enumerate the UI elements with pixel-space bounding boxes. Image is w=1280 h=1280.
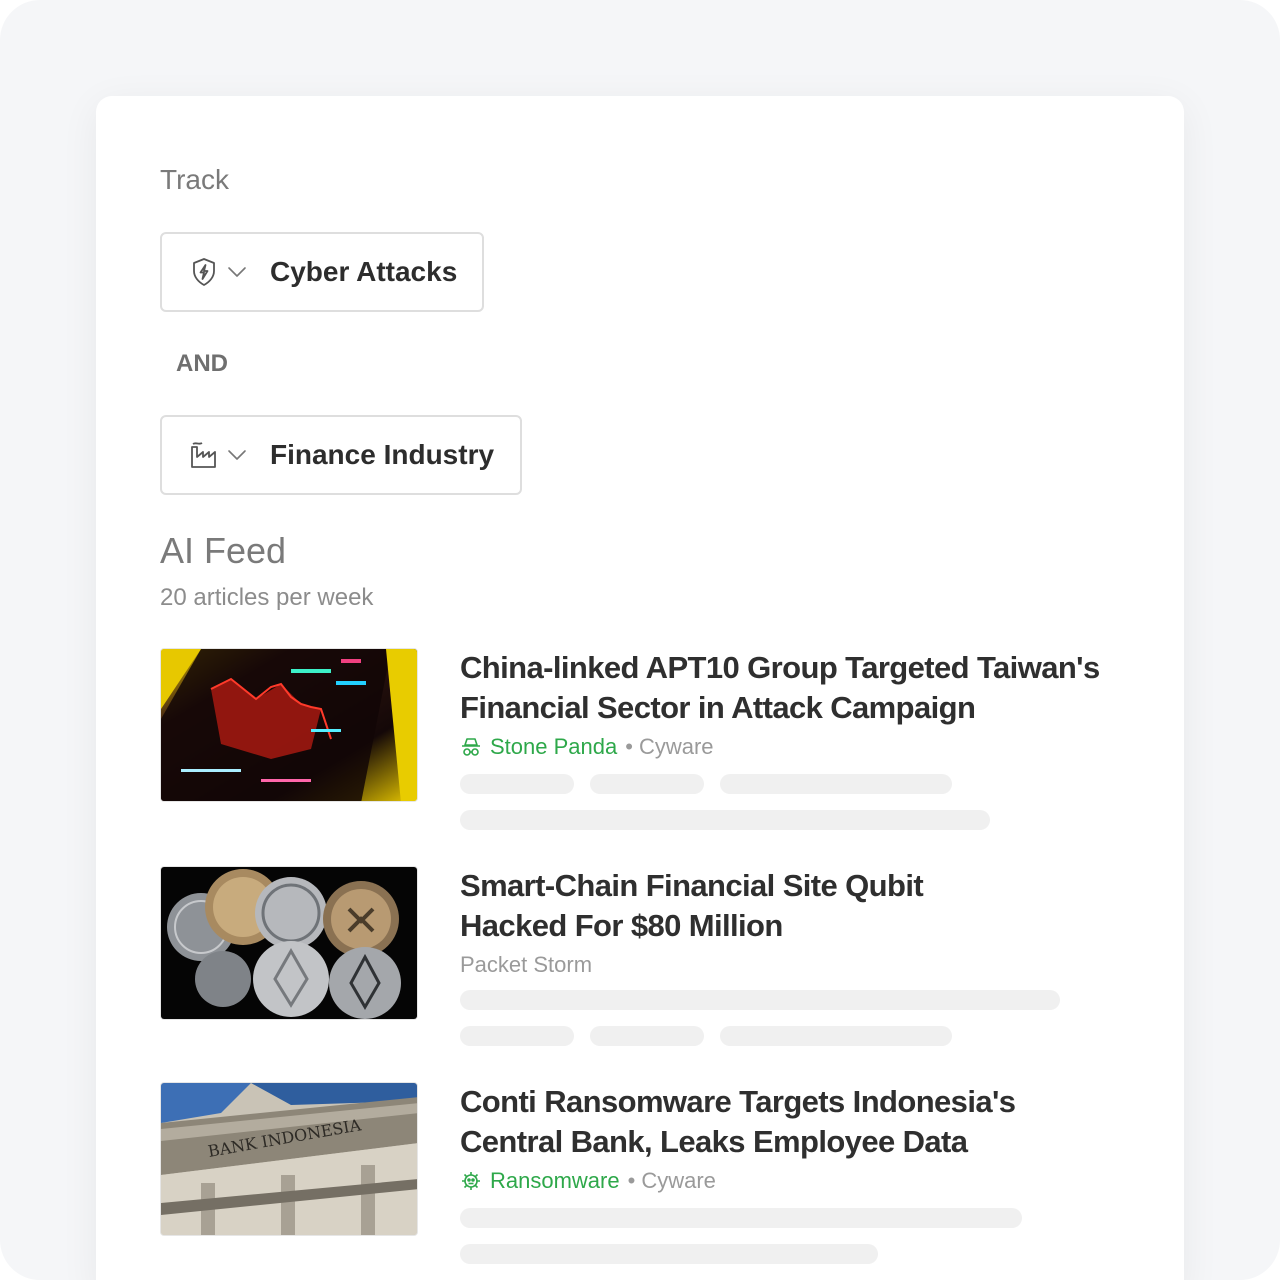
article-card[interactable]: BANK INDONESIA Conti Ransomware Targets … [160,1082,1120,1280]
placeholder-bar [720,774,952,794]
chevron-down-icon [226,261,248,283]
tag-label: Ransomware [490,1168,620,1193]
source-label: Packet Storm [460,952,593,977]
article-meta: Ransomware • Cyware [460,1168,716,1194]
article-title[interactable]: Smart-Chain Financial Site Qubit Hacked … [460,866,1140,946]
tag-ransomware[interactable]: Ransomware [460,1168,620,1194]
article-meta: Stone Panda • Cyware [460,734,714,760]
chevron-down-icon [226,444,248,466]
article-title-line: China-linked APT10 Group Targeted Taiwan… [460,650,1100,685]
spy-icon [462,738,480,756]
article-meta: Packet Storm [460,952,592,978]
tag-stone-panda[interactable]: Stone Panda [460,734,617,760]
feed-subtitle: 20 articles per week [160,584,374,611]
article-title-line: Conti Ransomware Targets Indonesia's [460,1084,1016,1119]
placeholder-bar [590,1026,704,1046]
article-title[interactable]: Conti Ransomware Targets Indonesia's Cen… [460,1082,1140,1162]
article-card[interactable]: Smart-Chain Financial Site Qubit Hacked … [160,866,1120,1066]
placeholder-bar [720,1026,952,1046]
filter-label: Cyber Attacks [270,256,458,287]
track-label: Track [160,164,229,195]
track-card: Track Cyber Attacks AND Finance Industry… [96,96,1184,1280]
separator: • [625,734,633,759]
filter-label: Finance Industry [270,439,495,470]
placeholder-bar [460,774,574,794]
cyber-attacks-selector[interactable]: Cyber Attacks [160,232,484,312]
placeholder-bar [460,1026,574,1046]
article-title[interactable]: China-linked APT10 Group Targeted Taiwan… [460,648,1140,728]
bank-building-image: BANK INDONESIA [160,1082,418,1236]
article-card[interactable]: China-linked APT10 Group Targeted Taiwan… [160,648,1120,848]
article-title-line: Smart-Chain Financial Site Qubit [460,868,924,903]
and-operator: AND [176,350,228,377]
separator: • [627,1168,636,1193]
stock-chart-image [160,648,418,802]
page-background: Track Cyber Attacks AND Finance Industry… [0,0,1280,1280]
placeholder-bar [590,774,704,794]
finance-industry-selector[interactable]: Finance Industry [160,415,522,495]
factory-icon [188,439,220,471]
source-label: Cyware [638,734,714,759]
placeholder-bar [460,990,1060,1010]
placeholder-bar [460,1208,1022,1228]
article-title-line: Central Bank, Leaks Employee Data [460,1124,968,1159]
article-title-line: Financial Sector in Attack Campaign [460,690,976,725]
placeholder-bar [460,1244,878,1264]
placeholder-bar [460,810,990,830]
article-title-line: Hacked For $80 Million [460,908,783,943]
feed-title: AI Feed [160,530,287,571]
shield-bolt-icon [188,256,220,288]
tag-label: Stone Panda [490,734,618,759]
source-label: Cyware [641,1168,716,1193]
crypto-coins-image [160,866,418,1020]
ransomware-bug-icon [462,1172,480,1190]
